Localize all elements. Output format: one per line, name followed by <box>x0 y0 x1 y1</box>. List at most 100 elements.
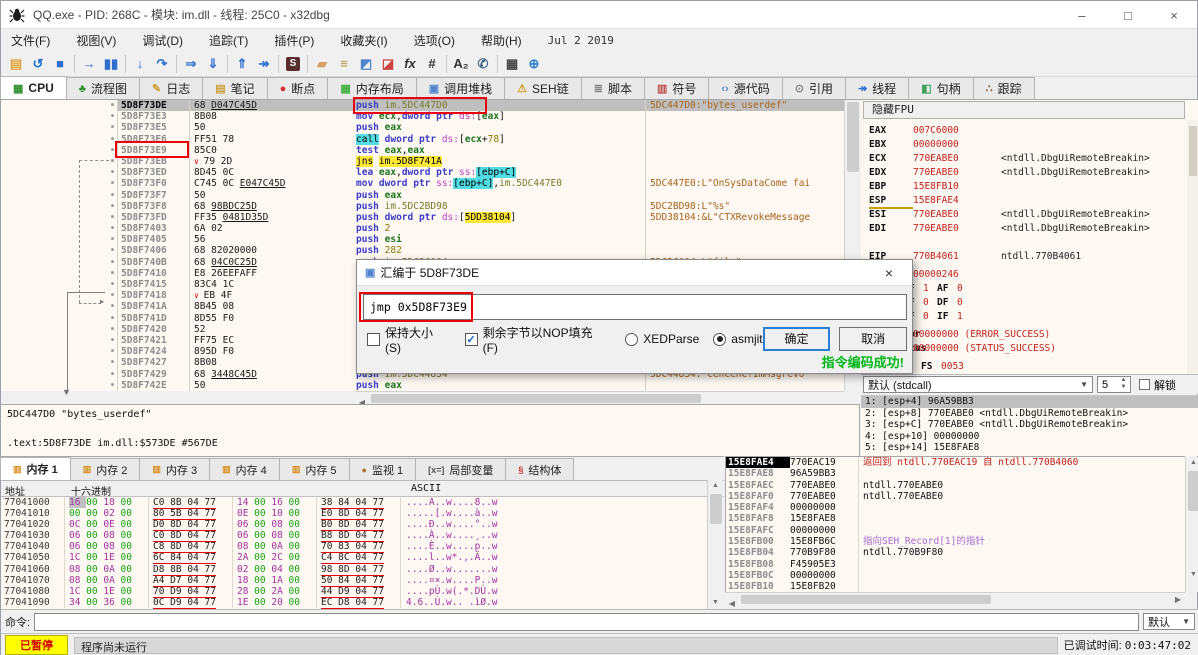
dialog-title-bar[interactable]: ▣ 汇编于 5D8F73DE × <box>357 260 912 286</box>
breakpoint-dot-icon[interactable]: ● <box>1 133 118 145</box>
run-to-user-code-icon[interactable]: ↠ <box>253 54 275 74</box>
disasm-row[interactable]: ● 5D8F742E 50 push eax <box>1 379 859 391</box>
breakpoint-dot-icon[interactable]: ● <box>1 368 118 380</box>
dialog-close-icon[interactable]: × <box>874 265 904 281</box>
step-out-icon[interactable]: ⇑ <box>231 54 253 74</box>
dump-row[interactable]: 77041030 06 00 08 00 C0 8D 04 77 06 00 08 0… <box>1 530 707 543</box>
bookmark-icon[interactable]: ◪ <box>377 54 399 74</box>
scroll-down-icon[interactable]: ▼ <box>1186 571 1198 578</box>
disasm-row[interactable]: ● 5D8F73E9 85C0 test eax,eax <box>1 144 859 156</box>
arguments-pane[interactable]: 1: [esp+4] 96A59BB3 2: [esp+8] 770EABE0 <… <box>861 395 1198 456</box>
disasm-row[interactable]: ● 5D8F7406 68 82020000 push 282 <box>1 245 859 257</box>
argument-row[interactable]: 5: [esp+14] 15E8FAE8 <box>861 442 1198 454</box>
cancel-button[interactable]: 取消 <box>839 327 908 351</box>
assemble-instruction-input[interactable]: jmp 0x5D8F73E9 <box>363 294 907 320</box>
disasm-row[interactable]: ● 5D8F73F8 68 98BDC25D push im.5DC2BD98 5DC2… <box>1 200 859 212</box>
menu-item-2[interactable]: 调试(D) <box>142 32 183 49</box>
stack-row[interactable]: 15E8FAE8 96A59BB3 <box>726 468 1185 480</box>
tab-mem3[interactable]: ▥ 内存 3 <box>139 458 211 480</box>
scroll-down-icon[interactable]: ▼ <box>708 597 723 609</box>
stack-row[interactable]: 15E8FB08 F45905E3 <box>726 558 1185 570</box>
menu-item-7[interactable]: 帮助(H) <box>481 32 522 49</box>
asmjit-radio[interactable] <box>713 332 727 346</box>
breakpoint-dot-icon[interactable]: ● <box>1 346 118 358</box>
stack-row[interactable]: 15E8FB00 15E8FB6C 指向SEH_Record[1]的指针 <box>726 536 1185 548</box>
tab-locals[interactable]: [x=] 局部变量 <box>415 458 507 480</box>
menu-item-5[interactable]: 收藏夹(I) <box>340 32 387 49</box>
tab-trace[interactable]: ∴ 跟踪 <box>972 77 1035 99</box>
breakpoint-dot-icon[interactable]: ● <box>1 312 118 324</box>
menu-item-0[interactable]: 文件(F) <box>11 32 50 49</box>
scylla-icon[interactable]: S <box>282 54 304 74</box>
stack-row[interactable]: 15E8FB10 15E8FB20 <box>726 581 1185 592</box>
tab-breakpoints[interactable]: ● 断点 <box>266 77 329 99</box>
stack-vscrollbar[interactable]: ▲ ▼ <box>1185 457 1198 592</box>
maximize-button[interactable]: □ <box>1105 1 1151 29</box>
function-icon[interactable]: fx <box>399 54 421 74</box>
stack-row[interactable]: 15E8FB0C 00000000 <box>726 569 1185 582</box>
tab-watch1[interactable]: ● 监视 1 <box>348 458 417 480</box>
breakpoint-dot-icon[interactable]: ● <box>1 122 118 134</box>
step-over-icon[interactable]: ↷ <box>151 54 173 74</box>
memory-dump-pane[interactable]: 77041000 16 00 18 00 C0 8B 04 77 14 00 16 0… <box>1 497 707 609</box>
tab-callstack[interactable]: ▣ 调用堆栈 <box>415 77 506 99</box>
run-to-cursor-icon[interactable]: ⇒ <box>180 54 202 74</box>
dump-row[interactable]: 77041060 08 00 0A 00 D8 8B 04 77 02 00 04 0… <box>1 563 707 576</box>
breakpoint-dot-icon[interactable]: ● <box>1 155 118 168</box>
breakpoint-dot-icon[interactable]: ● <box>1 211 118 224</box>
breakpoint-dot-icon[interactable]: ● <box>1 167 118 179</box>
stack-row[interactable]: 15E8FAEC 770EABE0 ntdll.770EABE0 <box>726 479 1185 491</box>
disasm-row[interactable]: ● 5D8F73F0 C745 0C E047C45D mov dword ptr s… <box>1 178 859 190</box>
stack-row[interactable]: 15E8FB04 770B9F80 ntdll.770B9F80 <box>726 547 1185 559</box>
tab-references[interactable]: ⊙ 引用 <box>781 77 846 99</box>
disasm-row[interactable]: ● 5D8F73EB ∨ 79 2D jns im.5D8F741A <box>1 155 859 168</box>
disasm-row[interactable]: ● 5D8F73DE 68 D047C45D push im.5DC447D0 5DC4… <box>1 100 859 112</box>
keep-size-checkbox[interactable] <box>367 332 380 346</box>
breakpoint-dot-icon[interactable]: ● <box>1 301 118 313</box>
argument-row[interactable]: 1: [esp+4] 96A59BB3 <box>861 396 1198 408</box>
dump-row[interactable]: 77041040 06 00 08 00 C8 8D 04 77 08 00 0A 0… <box>1 541 707 554</box>
argument-row[interactable]: 4: [esp+10] 00000000 <box>861 431 1198 443</box>
disasm-row[interactable]: ● 5D8F7405 56 push esi <box>1 234 859 246</box>
stop-icon[interactable]: ■ <box>49 54 71 74</box>
hide-fpu-button[interactable]: 隐藏FPU <box>863 101 1185 119</box>
registers-scrollbar[interactable] <box>1187 120 1198 388</box>
restart-icon[interactable]: ↺ <box>27 54 49 74</box>
disasm-row[interactable]: ● 5D8F7403 6A 02 push 2 <box>1 223 859 235</box>
breakpoint-dot-icon[interactable]: ● <box>1 279 118 291</box>
step-down-icon[interactable]: ⇓ <box>202 54 224 74</box>
comment-icon[interactable]: ≡ <box>333 54 355 74</box>
breakpoint-dot-icon[interactable]: ● <box>1 245 118 257</box>
tab-mem2[interactable]: ▥ 内存 2 <box>69 458 141 480</box>
menu-item-3[interactable]: 追踪(T) <box>209 32 248 49</box>
argument-row[interactable]: 2: [esp+8] 770EABE0 <ntdll.DbgUiRemoteBr… <box>861 408 1198 420</box>
breakpoint-dot-icon[interactable]: ● <box>1 111 118 123</box>
tab-mem1[interactable]: ▥ 内存 1 <box>0 457 71 480</box>
tab-symbols[interactable]: ▥ 符号 <box>643 77 710 99</box>
dump-row[interactable]: 77041010 00 00 02 00 80 5B 04 77 0E 00 10 0… <box>1 508 707 521</box>
stack-row[interactable]: 15E8FAF0 770EABE0 ntdll.770EABE0 <box>726 490 1185 503</box>
internet-icon[interactable]: ⊕ <box>523 54 545 74</box>
breakpoint-dot-icon[interactable]: ● <box>1 323 118 335</box>
breakpoint-dot-icon[interactable]: ● <box>1 200 118 212</box>
disasm-row[interactable]: ● 5D8F73E6 FF51 78 call dword ptr ds:[ecx+7… <box>1 133 859 145</box>
stack-hscrollbar[interactable]: ◀ ▶ <box>725 592 1185 608</box>
tab-log[interactable]: ✎ 日志 <box>138 77 204 99</box>
disasm-row[interactable]: ● 5D8F73ED 8D45 0C lea eax,dword ptr ss:[eb… <box>1 167 859 179</box>
spinner-arrows-icon[interactable]: ▲ ▼ <box>1118 377 1129 391</box>
calculator-icon[interactable]: ▦ <box>501 54 523 74</box>
run-icon[interactable]: → <box>78 54 100 74</box>
stack-row[interactable]: 15E8FAF4 00000000 <box>726 502 1185 514</box>
breakpoint-dot-icon[interactable]: ● <box>1 334 118 347</box>
dump-vscrollbar[interactable]: ▲ ▼ <box>707 480 723 609</box>
tab-source[interactable]: ‹› 源代码 <box>708 77 783 99</box>
scroll-right-icon[interactable]: ▶ <box>1171 593 1185 606</box>
breakpoint-dot-icon[interactable]: ● <box>1 256 118 268</box>
breakpoint-dot-icon[interactable]: ● <box>1 178 118 190</box>
command-profile-select[interactable]: 默认 ▼ <box>1143 613 1195 630</box>
calling-convention-select[interactable]: 默认 (stdcall) ▼ <box>863 376 1093 393</box>
dump-row[interactable]: 77041020 0C 00 0E 00 D0 8D 04 77 06 00 08 0… <box>1 519 707 532</box>
string-refs-icon[interactable]: # <box>421 54 443 74</box>
device-icon[interactable]: ✆ <box>472 54 494 74</box>
breakpoint-dot-icon[interactable]: ● <box>1 290 118 302</box>
